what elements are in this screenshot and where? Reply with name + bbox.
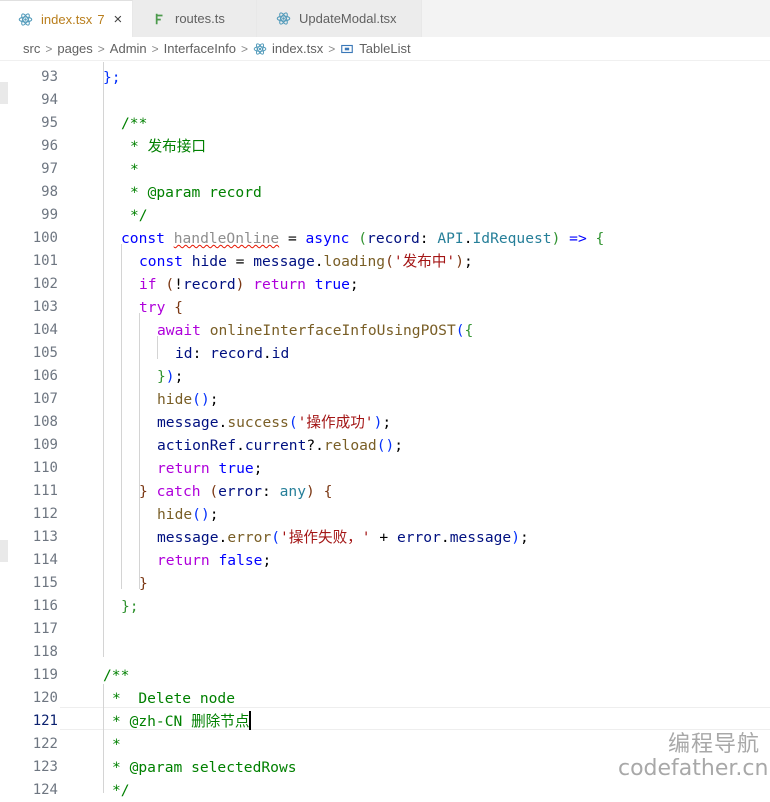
- tab-bar: index.tsx 7 × routes.ts UpdateModal.tsx: [0, 0, 770, 37]
- line-number: 99: [41, 207, 58, 223]
- line-number: 113: [32, 529, 58, 545]
- code-line-105: id: record.id: [175, 345, 290, 362]
- line-number: 105: [32, 345, 58, 361]
- code-line-120: * Delete node: [112, 690, 236, 707]
- breadcrumb-item-file[interactable]: index.tsx: [272, 41, 323, 56]
- code-line-124: */: [112, 782, 130, 799]
- text-cursor: [249, 711, 252, 730]
- code-line-108: message.success('操作成功');: [157, 414, 392, 431]
- line-number: 123: [32, 759, 58, 775]
- code-line-110: return true;: [157, 460, 263, 477]
- line-number: 98: [41, 184, 58, 200]
- code-line-122: *: [112, 736, 121, 753]
- chevron-right-icon: >: [240, 41, 248, 56]
- code-line-111: } catch (error: any) {: [139, 483, 333, 500]
- code-line-104: await onlineInterfaceInfoUsingPOST({: [157, 322, 474, 339]
- line-number: 103: [32, 299, 58, 315]
- breadcrumb: src > pages > Admin > InterfaceInfo > in…: [0, 37, 770, 61]
- code-line-96: * 发布接口: [130, 138, 206, 155]
- chevron-right-icon: >: [45, 41, 53, 56]
- line-number: 104: [32, 322, 58, 338]
- code-line-99: */: [130, 207, 148, 224]
- tab-updatemodal-tsx[interactable]: UpdateModal.tsx: [257, 0, 422, 37]
- line-number: 100: [32, 230, 58, 246]
- tab-label: routes.ts: [175, 11, 225, 26]
- line-number: 94: [41, 92, 58, 108]
- code-line-115: }: [139, 575, 148, 592]
- route-icon: [151, 11, 167, 27]
- tab-index-tsx[interactable]: index.tsx 7 ×: [0, 0, 133, 37]
- line-number: 111: [32, 483, 58, 499]
- tab-label: UpdateModal.tsx: [299, 11, 397, 26]
- react-icon: [253, 42, 267, 56]
- line-number: 102: [32, 276, 58, 292]
- line-number-current: 121: [32, 713, 58, 729]
- line-number: 117: [32, 621, 58, 637]
- react-icon: [275, 11, 291, 27]
- line-number: 124: [32, 782, 58, 798]
- close-icon[interactable]: ×: [114, 11, 123, 28]
- line-number: 107: [32, 391, 58, 407]
- code-line-101: const hide = message.loading('发布中');: [139, 253, 473, 270]
- line-number: 108: [32, 414, 58, 430]
- breadcrumb-item-symbol[interactable]: TableList: [359, 41, 410, 56]
- code-line-103: try {: [139, 299, 183, 316]
- breadcrumb-item-src[interactable]: src: [23, 41, 40, 56]
- line-number: 106: [32, 368, 58, 384]
- code-line-95: /**: [121, 115, 148, 132]
- line-number: 110: [32, 460, 58, 476]
- code-line-121: * @zh-CN 删除节点: [112, 711, 252, 730]
- line-number: 112: [32, 506, 58, 522]
- code-line-106: });: [157, 368, 184, 385]
- watermark-title: 编程导航: [668, 732, 761, 757]
- chevron-right-icon: >: [97, 41, 105, 56]
- tab-routes-ts[interactable]: routes.ts: [133, 0, 257, 37]
- indent-guide: [139, 313, 140, 589]
- tab-label: index.tsx: [41, 11, 93, 27]
- code-line-98: * @param record: [130, 184, 262, 201]
- line-number: 120: [32, 690, 58, 706]
- code-line-100: const handleOnline = async (record: API.…: [121, 230, 605, 247]
- line-number: 119: [32, 667, 58, 683]
- line-number: 96: [41, 138, 58, 154]
- line-number: 97: [41, 161, 58, 177]
- watermark-url: codefather.cn: [618, 756, 769, 781]
- chevron-right-icon: >: [151, 41, 159, 56]
- code-editor[interactable]: 93 94 95 96 97 98 99 100 101 102 103 104…: [0, 62, 770, 799]
- line-number: 93: [41, 69, 58, 85]
- line-number: 95: [41, 115, 58, 131]
- indent-guide: [103, 684, 104, 793]
- breadcrumb-item-pages[interactable]: pages: [57, 41, 92, 56]
- line-number: 109: [32, 437, 58, 453]
- line-number: 122: [32, 736, 58, 752]
- code-line-97: *: [130, 161, 139, 178]
- indent-guide: [121, 244, 122, 589]
- chevron-right-icon: >: [328, 41, 336, 56]
- breadcrumb-item-admin[interactable]: Admin: [110, 41, 147, 56]
- breadcrumb-item-interfaceinfo[interactable]: InterfaceInfo: [164, 41, 236, 56]
- code-line-123: * @param selectedRows: [112, 759, 297, 776]
- symbol-variable-icon: [340, 42, 354, 56]
- line-number: 101: [32, 253, 58, 269]
- code-line-113: message.error('操作失败，' + error.message);: [157, 529, 529, 546]
- line-number: 115: [32, 575, 58, 591]
- line-number: 114: [32, 552, 58, 568]
- code-line-114: return false;: [157, 552, 272, 569]
- code-line-102: if (!record) return true;: [139, 276, 359, 293]
- code-line-119: /**: [103, 667, 130, 684]
- line-number: 116: [32, 598, 58, 614]
- indent-guide: [103, 62, 104, 657]
- problem-count: 7: [97, 11, 105, 27]
- code-line-109: actionRef.current?.reload();: [157, 437, 404, 454]
- code-line-93: };: [103, 69, 121, 86]
- code-line-112: hide();: [157, 506, 219, 523]
- code-line-116: };: [121, 598, 139, 615]
- line-number: 118: [32, 644, 58, 660]
- react-icon: [18, 11, 33, 27]
- code-line-107: hide();: [157, 391, 219, 408]
